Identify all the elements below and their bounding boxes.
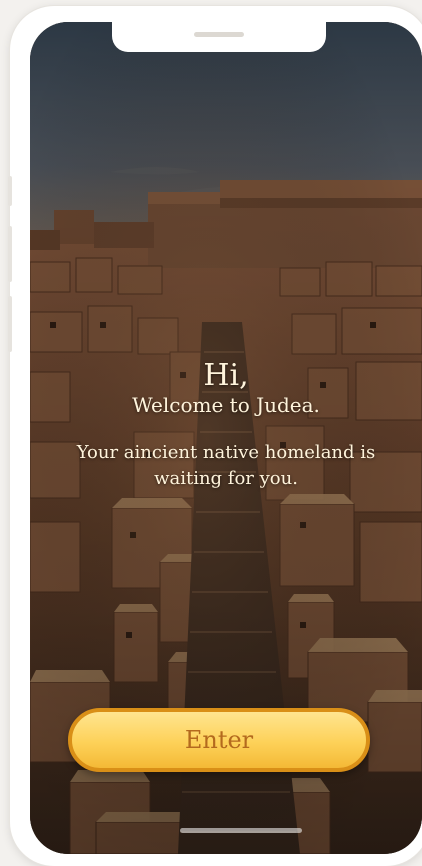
mute-switch: [8, 176, 12, 206]
home-indicator[interactable]: [180, 828, 302, 833]
enter-button[interactable]: Enter: [68, 708, 370, 772]
volume-down-button: [8, 296, 12, 352]
welcome-section: Hi, Welcome to Judea. Your aincient nati…: [30, 358, 422, 492]
speaker-grille: [194, 32, 244, 37]
greeting-text: Hi,: [203, 358, 249, 393]
welcome-message: Your aincient native homeland is waiting…: [76, 442, 376, 489]
volume-up-button: [8, 226, 12, 282]
welcome-title: Welcome to Judea.: [132, 393, 320, 417]
device-notch: [112, 22, 326, 52]
